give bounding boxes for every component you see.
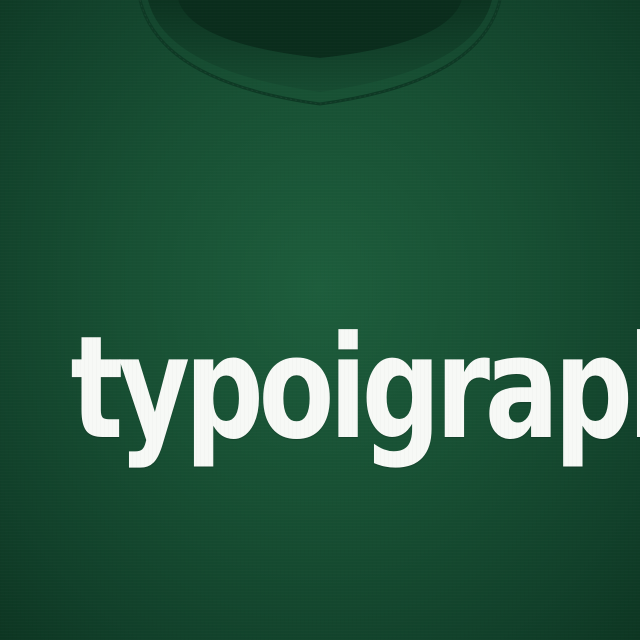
tshirt-collar <box>138 0 502 106</box>
tshirt-photo: typoigraphy <box>0 0 640 640</box>
shirt-print-text: typoigraphy <box>70 306 640 471</box>
